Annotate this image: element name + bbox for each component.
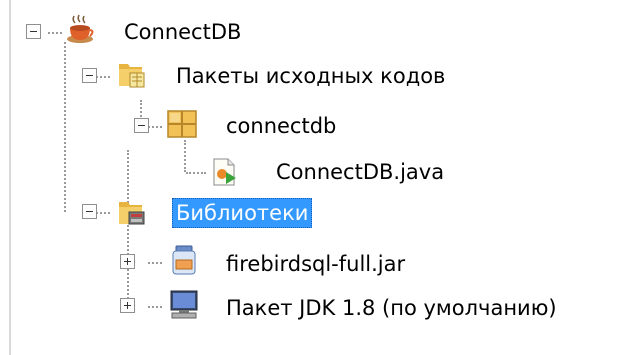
library-folder-icon bbox=[116, 196, 148, 228]
expand-toggle-jar[interactable] bbox=[120, 254, 135, 269]
expand-toggle-jdk[interactable] bbox=[120, 298, 135, 313]
tree-node-jar-label[interactable]: firebirdsql-full.jar bbox=[226, 250, 405, 278]
tree-node-libraries-label[interactable]: Библиотеки bbox=[172, 198, 313, 228]
project-tree[interactable]: ConnectDB Пакеты исходных кодов connectd… bbox=[0, 0, 625, 355]
coffee-cup-project-icon bbox=[64, 14, 96, 46]
tree-connector bbox=[48, 32, 62, 34]
tree-connector bbox=[186, 172, 206, 174]
tree-connector bbox=[148, 306, 162, 308]
tree-connector bbox=[140, 100, 142, 120]
jdk-computer-icon bbox=[168, 288, 200, 320]
tree-connector bbox=[148, 126, 162, 128]
jar-icon bbox=[168, 244, 200, 276]
collapse-toggle-source-packages[interactable] bbox=[82, 68, 97, 83]
tree-connector bbox=[96, 212, 110, 214]
tree-connector bbox=[184, 140, 186, 172]
tree-connector bbox=[96, 76, 110, 78]
tree-connector bbox=[148, 262, 162, 264]
collapse-toggle-libraries[interactable] bbox=[82, 204, 97, 219]
collapse-toggle-package[interactable] bbox=[134, 118, 149, 133]
tree-connector bbox=[64, 42, 66, 212]
tree-node-project-label[interactable]: ConnectDB bbox=[124, 18, 241, 46]
package-icon bbox=[166, 108, 198, 140]
tree-node-package-label[interactable]: connectdb bbox=[226, 112, 336, 140]
tree-node-java-file-label[interactable]: ConnectDB.java bbox=[276, 158, 444, 186]
collapse-toggle-root[interactable] bbox=[26, 24, 41, 39]
tree-node-source-packages-label[interactable]: Пакеты исходных кодов bbox=[176, 62, 445, 90]
source-folder-icon bbox=[116, 58, 148, 90]
tree-node-jdk-label[interactable]: Пакет JDK 1.8 (по умолчанию) bbox=[226, 294, 557, 322]
java-class-file-icon bbox=[208, 156, 240, 188]
tree-connector bbox=[127, 150, 129, 310]
